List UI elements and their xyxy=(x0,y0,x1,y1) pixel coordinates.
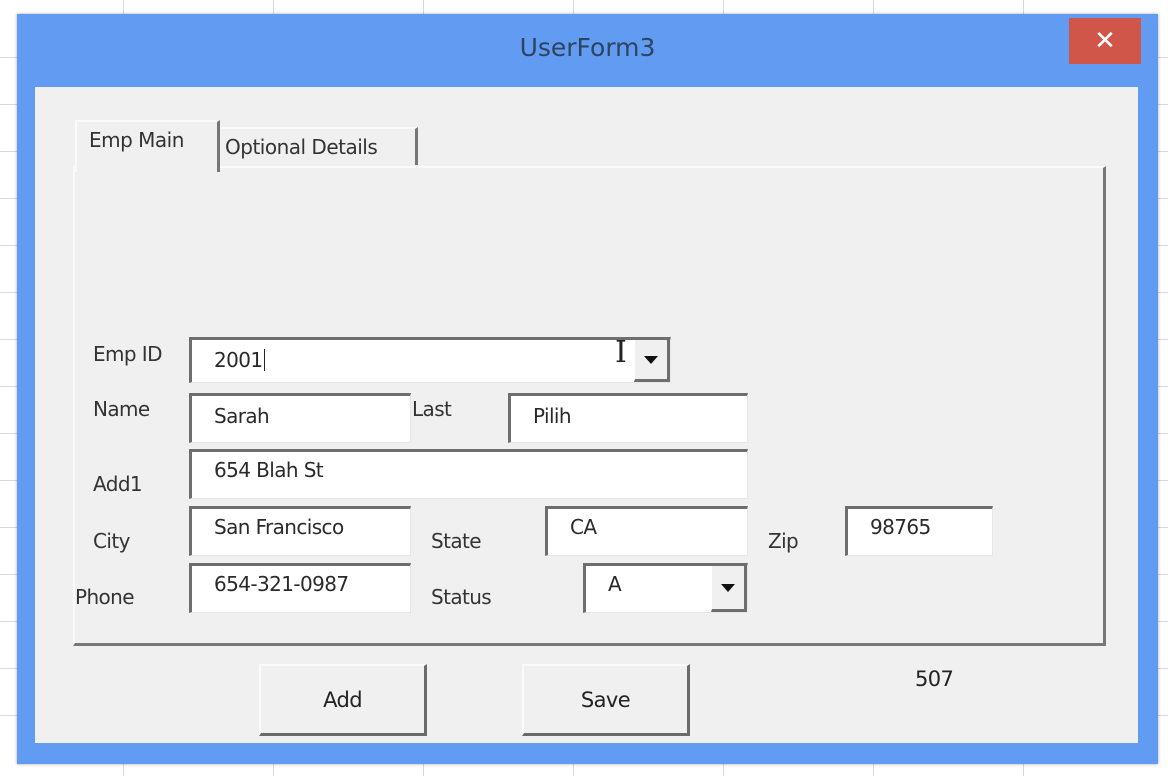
ibeam-cursor-icon: I xyxy=(615,335,627,370)
status-dropdown-button[interactable] xyxy=(711,566,747,612)
form-client-area: Emp Main Optional Details Emp ID 2001 I … xyxy=(35,87,1138,743)
zip-label: Zip xyxy=(768,529,799,553)
emp-id-combobox[interactable]: 2001 xyxy=(189,337,671,383)
tab-label: Optional Details xyxy=(225,135,378,159)
last-label: Last xyxy=(412,397,452,421)
add1-value: 654 Blah St xyxy=(214,458,324,482)
tab-label: Emp Main xyxy=(89,128,184,152)
text-caret xyxy=(263,349,265,371)
add-button[interactable]: Add xyxy=(259,664,427,736)
last-value: Pilih xyxy=(533,404,572,428)
city-input[interactable]: San Francisco xyxy=(189,506,411,556)
name-label: Name xyxy=(93,397,150,421)
save-button[interactable]: Save xyxy=(522,664,690,736)
close-button[interactable]: ✕ xyxy=(1069,18,1141,64)
add1-input[interactable]: 654 Blah St xyxy=(189,449,748,499)
close-x-icon: ✕ xyxy=(1094,26,1116,56)
dropdown-arrow-icon xyxy=(721,583,735,592)
state-input[interactable]: CA xyxy=(545,506,748,556)
city-label: City xyxy=(93,529,130,553)
emp-id-label: Emp ID xyxy=(93,342,162,366)
state-label: State xyxy=(431,529,482,553)
record-counter-label: 507 xyxy=(915,667,954,691)
emp-id-value: 2001 xyxy=(214,348,263,372)
zip-input[interactable]: 98765 xyxy=(845,506,993,556)
status-value: A xyxy=(608,572,622,596)
last-name-input[interactable]: Pilih xyxy=(508,393,748,443)
state-value: CA xyxy=(570,515,597,539)
city-value: San Francisco xyxy=(214,515,344,539)
add1-label: Add1 xyxy=(93,472,143,496)
status-combobox[interactable]: A xyxy=(583,563,748,613)
zip-value: 98765 xyxy=(870,515,931,539)
tab-emp-main[interactable]: Emp Main xyxy=(75,120,220,172)
tab-optional-details[interactable]: Optional Details xyxy=(218,127,418,165)
userform-window: UserForm3 ✕ Emp Main Optional Details Em… xyxy=(17,14,1158,764)
name-input[interactable]: Sarah xyxy=(189,393,411,443)
phone-input[interactable]: 654-321-0987 xyxy=(189,563,411,613)
status-label: Status xyxy=(431,585,492,609)
dropdown-arrow-icon xyxy=(644,355,658,364)
phone-label: Phone xyxy=(75,585,135,609)
name-value: Sarah xyxy=(214,404,270,428)
phone-value: 654-321-0987 xyxy=(214,572,349,596)
emp-id-dropdown-button[interactable] xyxy=(634,340,670,382)
window-title: UserForm3 xyxy=(519,33,656,62)
